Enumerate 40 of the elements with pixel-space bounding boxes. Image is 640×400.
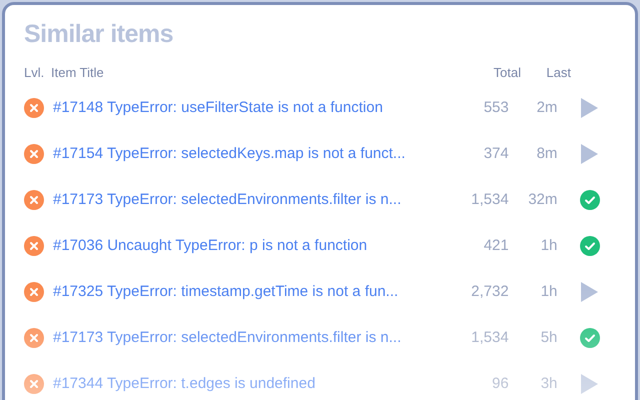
error-icon bbox=[24, 98, 44, 118]
play-icon[interactable] bbox=[581, 282, 598, 302]
error-icon bbox=[24, 282, 44, 302]
column-header: Last bbox=[545, 64, 571, 82]
error-icon bbox=[24, 236, 44, 256]
last-seen: 5h bbox=[540, 328, 558, 348]
last-seen: 8m bbox=[536, 144, 558, 164]
last-seen: 32m bbox=[527, 190, 558, 210]
error-icon bbox=[24, 144, 44, 164]
total-count: 2,732 bbox=[470, 282, 509, 302]
issue-link[interactable]: #17173 TypeError: selectedEnvironments.filter is n... bbox=[53, 326, 460, 350]
check-icon[interactable] bbox=[580, 328, 600, 348]
panel-title: Similar items bbox=[24, 19, 174, 50]
error-icon bbox=[24, 374, 44, 394]
error-icon bbox=[24, 190, 44, 210]
last-seen: 2m bbox=[536, 98, 558, 118]
total-count: 1,534 bbox=[470, 190, 509, 210]
last-seen: 1h bbox=[540, 236, 558, 256]
column-header: Item Title bbox=[51, 64, 105, 82]
total-count: 421 bbox=[482, 236, 509, 256]
column-header: Total bbox=[492, 64, 521, 82]
column-header: Lvl. bbox=[24, 64, 46, 82]
play-icon[interactable] bbox=[581, 374, 598, 394]
total-count: 1,534 bbox=[470, 328, 509, 348]
issue-link[interactable]: #17036 Uncaught TypeError: p is not a function bbox=[53, 234, 460, 258]
last-seen: 3h bbox=[540, 374, 558, 394]
check-icon[interactable] bbox=[580, 190, 600, 210]
issue-link[interactable]: #17325 TypeError: timestamp.getTime is not a fun... bbox=[53, 280, 460, 304]
total-count: 96 bbox=[491, 374, 509, 394]
issue-link[interactable]: #17148 TypeError: useFilterState is not a function bbox=[53, 96, 460, 120]
error-icon bbox=[24, 328, 44, 348]
issue-link[interactable]: #17173 TypeError: selectedEnvironments.filter is n... bbox=[53, 188, 460, 212]
check-icon[interactable] bbox=[580, 236, 600, 256]
total-count: 553 bbox=[482, 98, 509, 118]
play-icon[interactable] bbox=[581, 144, 598, 164]
last-seen: 1h bbox=[540, 282, 558, 302]
play-icon[interactable] bbox=[581, 98, 598, 118]
issue-link[interactable]: #17154 TypeError: selectedKeys.map is not a funct... bbox=[53, 142, 460, 166]
issue-link[interactable]: #17344 TypeError: t.edges is undefined bbox=[53, 372, 460, 396]
total-count: 374 bbox=[482, 144, 509, 164]
